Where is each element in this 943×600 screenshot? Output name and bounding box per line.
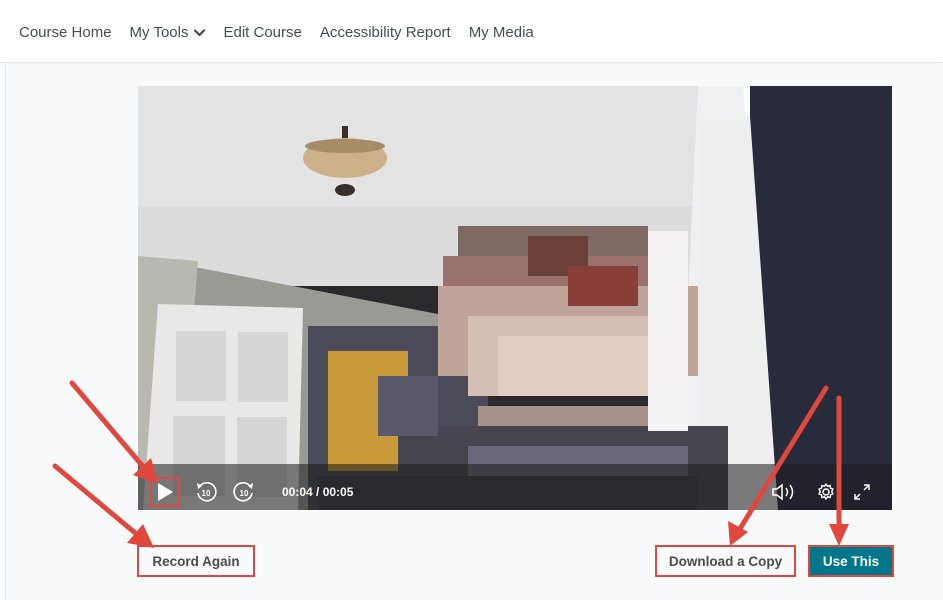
play-icon: [158, 483, 173, 501]
video-player[interactable]: [138, 86, 892, 510]
rewind-10-icon: 10: [197, 481, 217, 502]
play-button[interactable]: [150, 477, 180, 507]
svg-text:10: 10: [202, 489, 211, 498]
fullscreen-icon: [854, 484, 870, 500]
forward-10-icon: 10: [233, 481, 253, 502]
forward-10-button[interactable]: 10: [230, 478, 258, 506]
nav-edit-course[interactable]: Edit Course: [223, 24, 301, 41]
volume-button[interactable]: [770, 478, 798, 506]
rewind-10-button[interactable]: 10: [192, 478, 220, 506]
svg-text:10: 10: [240, 489, 249, 498]
chevron-down-icon: [194, 28, 206, 36]
nav-course-home[interactable]: Course Home: [19, 24, 112, 41]
settings-button[interactable]: [812, 478, 840, 506]
nav-my-tools[interactable]: My Tools: [130, 24, 206, 41]
nav-my-media[interactable]: My Media: [469, 24, 534, 41]
video-frame: [138, 86, 892, 510]
gear-icon: [818, 483, 834, 500]
nav-accessibility-report[interactable]: Accessibility Report: [320, 24, 451, 41]
fullscreen-button[interactable]: [848, 478, 876, 506]
download-copy-button[interactable]: Download a Copy: [655, 545, 796, 577]
time-display: 00:04 / 00:05: [282, 485, 354, 499]
nav-items: Course Home My Tools Edit Course Accessi…: [19, 24, 534, 41]
volume-icon: [772, 483, 794, 501]
nav-my-tools-label: My Tools: [129, 24, 189, 41]
player-controls: 10 10 00:04 / 00:05: [138, 472, 892, 510]
use-this-button[interactable]: Use This: [808, 545, 894, 577]
course-navbar: Course Home My Tools Edit Course Accessi…: [0, 0, 943, 63]
record-again-button[interactable]: Record Again: [137, 545, 255, 577]
